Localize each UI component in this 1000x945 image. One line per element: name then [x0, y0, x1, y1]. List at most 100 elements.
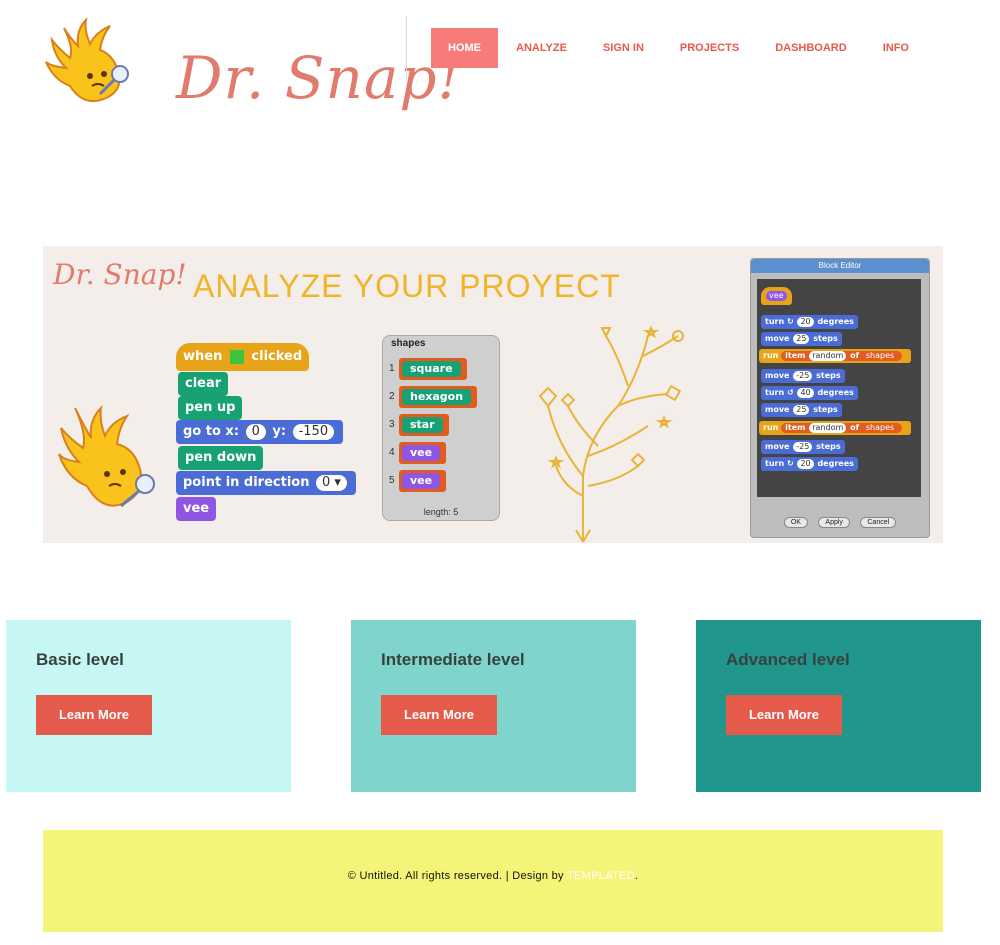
- ok-button[interactable]: OK: [783, 517, 808, 528]
- block-slot: 0 ▾: [316, 475, 347, 491]
- block-label: move: [765, 334, 790, 343]
- apply-button[interactable]: Apply: [818, 517, 850, 528]
- pen-up-block: pen up: [178, 396, 243, 420]
- learn-more-button[interactable]: Learn More: [381, 695, 497, 735]
- block-editor-window: Block Editor vee turn ↻ 20 degrees move …: [750, 258, 930, 538]
- item-block: star: [402, 417, 443, 433]
- block-label: run: [763, 351, 779, 360]
- item-block: vee: [402, 445, 441, 461]
- editor-run-block: run item random of shapes: [759, 421, 911, 435]
- copyright-suffix: .: [634, 870, 639, 882]
- block-label: point in direction: [183, 475, 310, 490]
- block-label: turn: [765, 388, 785, 397]
- when-flag-clicked-block: when clicked: [176, 343, 310, 371]
- list-item: 1 square: [389, 358, 487, 382]
- block-slot-value: 0: [322, 475, 331, 490]
- intermediate-level-card: Intermediate level Learn More: [351, 620, 636, 792]
- editor-turn-block: turn ↻ 20 degrees: [761, 457, 858, 471]
- editor-move-block: move 25 steps: [761, 332, 842, 346]
- learn-more-button[interactable]: Learn More: [726, 695, 842, 735]
- block-label: go to x:: [183, 424, 240, 439]
- list-item: 5 vee: [389, 470, 487, 494]
- block-label: when: [183, 349, 223, 364]
- card-title: Intermediate level: [381, 650, 525, 669]
- templated-link[interactable]: TEMPLATED: [567, 870, 635, 882]
- shapes-title: shapes: [391, 338, 426, 349]
- block-label: move: [765, 442, 790, 451]
- block-slot: vee: [766, 291, 787, 301]
- block-slot: 25: [793, 405, 810, 415]
- item-block: hexagon: [402, 389, 472, 405]
- editor-move-block: move 25 steps: [761, 403, 842, 417]
- mascot-icon: [45, 16, 129, 102]
- item-index: 2: [389, 391, 395, 402]
- item-block: vee: [402, 473, 441, 489]
- banner-logo: Dr. Snap!: [53, 258, 187, 291]
- block-slot: random: [809, 351, 847, 361]
- item-block: square: [402, 361, 461, 377]
- block-slot: -150: [292, 424, 335, 440]
- advanced-level-card: Advanced level Learn More: [696, 620, 981, 792]
- block-editor-canvas: vee turn ↻ 20 degrees move 25 steps run …: [757, 279, 921, 497]
- block-slot: 40: [797, 388, 814, 398]
- logo-text: Dr. Snap!: [176, 44, 462, 112]
- block-label: item: [785, 351, 806, 360]
- block-slot: 20: [797, 459, 814, 469]
- site-logo[interactable]: Dr. Snap!: [44, 16, 461, 113]
- block-label: degrees: [817, 388, 854, 397]
- block-label: of: [850, 351, 860, 360]
- main-nav: HOME ANALYZE SIGN IN PROJECTS DASHBOARD …: [431, 28, 927, 68]
- editor-turn-block: turn ↻ 20 degrees: [761, 315, 858, 329]
- shape-tree-icon: [538, 325, 684, 542]
- block-editor-buttons: OK Apply Cancel: [751, 511, 929, 529]
- nav-sign-in[interactable]: SIGN IN: [585, 28, 662, 68]
- block-label: turn: [765, 317, 785, 326]
- point-direction-block: point in direction 0 ▾: [176, 471, 356, 495]
- copyright-text: © Untitled. All rights reserved. | Desig…: [43, 870, 943, 882]
- block-slot: shapes: [862, 423, 898, 433]
- editor-run-block: run item random of shapes: [759, 349, 911, 363]
- nav-analyze[interactable]: ANALYZE: [498, 28, 585, 68]
- block-slot: -25: [793, 442, 813, 452]
- block-label: steps: [813, 334, 838, 343]
- cancel-button[interactable]: Cancel: [860, 517, 897, 528]
- block-label: turn: [765, 459, 785, 468]
- editor-hat-block: vee: [761, 287, 792, 305]
- block-label: steps: [816, 371, 841, 380]
- editor-move-block: move -25 steps: [761, 440, 845, 454]
- item-index: 1: [389, 363, 395, 374]
- nav-home[interactable]: HOME: [431, 28, 498, 68]
- block-slot: 20: [797, 317, 814, 327]
- learn-more-button[interactable]: Learn More: [36, 695, 152, 735]
- nav-projects[interactable]: PROJECTS: [662, 28, 757, 68]
- block-label: steps: [813, 405, 838, 414]
- clear-block: clear: [178, 372, 229, 396]
- card-title: Basic level: [36, 650, 124, 669]
- item-index: 4: [389, 447, 395, 458]
- mascot-icon: [58, 405, 155, 508]
- block-slot: -25: [793, 371, 813, 381]
- block-slot: 0: [245, 424, 266, 440]
- footer: © Untitled. All rights reserved. | Desig…: [43, 830, 943, 932]
- block-label: move: [765, 405, 790, 414]
- hero-banner: Dr. Snap! ANALYZE YOUR PROYECT when clic…: [43, 246, 943, 543]
- block-label: y:: [272, 424, 287, 439]
- block-label: degrees: [817, 459, 854, 468]
- block-label: steps: [816, 442, 841, 451]
- block-label: of: [850, 423, 860, 432]
- item-index: 5: [389, 475, 395, 486]
- list-length-label: length: 5: [423, 507, 459, 517]
- list-item: 4 vee: [389, 442, 487, 466]
- nav-dashboard[interactable]: DASHBOARD: [757, 28, 865, 68]
- basic-level-card: Basic level Learn More: [6, 620, 291, 792]
- block-editor-title: Block Editor: [751, 259, 929, 273]
- list-item: 2 hexagon: [389, 386, 487, 410]
- shapes-list-panel: shapes 1 square 2 hexagon 3 star 4 vee 5…: [382, 335, 500, 521]
- block-label: clicked: [251, 349, 303, 364]
- nav-info[interactable]: INFO: [865, 28, 927, 68]
- block-slot: random: [809, 423, 847, 433]
- vee-block: vee: [176, 497, 217, 521]
- block-label: move: [765, 371, 790, 380]
- block-label: degrees: [817, 317, 854, 326]
- green-flag-icon: [229, 349, 244, 364]
